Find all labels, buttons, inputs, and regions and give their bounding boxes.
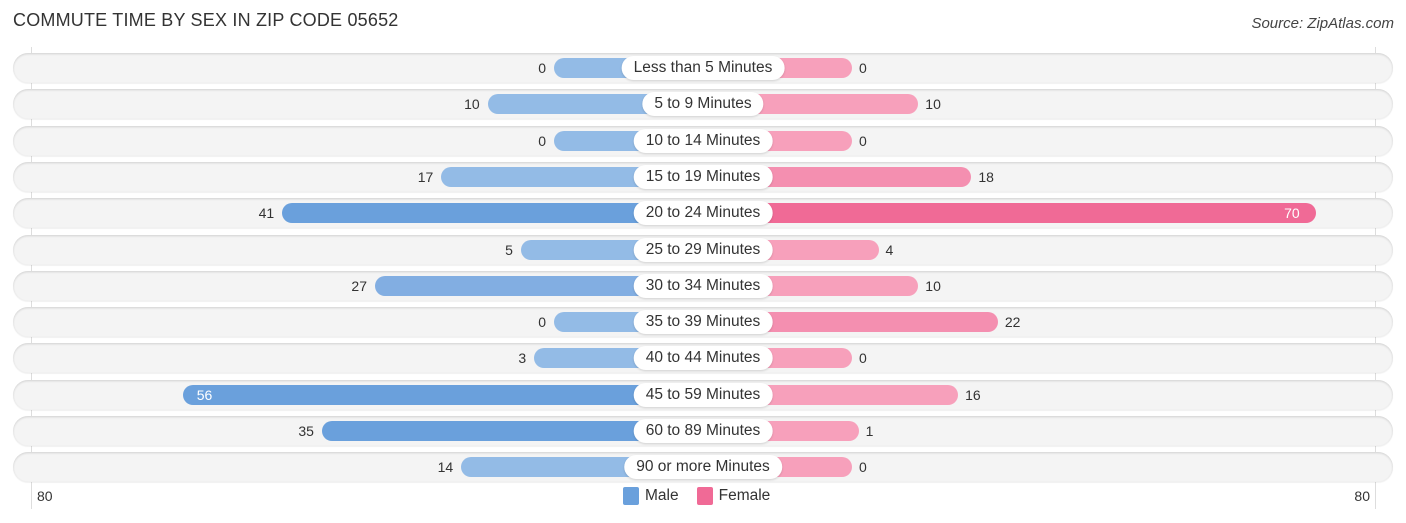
legend-swatch-male [623, 487, 639, 505]
value-label-female: 10 [925, 96, 941, 112]
legend-swatch-female [696, 487, 713, 505]
value-label-male: 41 [258, 205, 275, 221]
value-label-male: 10 [464, 96, 480, 112]
bar-male[interactable] [182, 385, 703, 405]
legend-label-female: Female [718, 487, 771, 504]
category-label: 35 to 39 Minutes [633, 310, 773, 334]
value-label-male: 3 [518, 350, 527, 366]
category-label: Less than 5 Minutes [621, 56, 785, 80]
category-label: 45 to 59 Minutes [633, 383, 773, 407]
axis-tick-left: 80 [37, 488, 53, 504]
legend-label-male: Male [645, 487, 679, 504]
legend-item-male[interactable]: Male [623, 487, 679, 505]
axis-tick-right: 80 [1354, 488, 1370, 504]
value-label-male: 35 [298, 423, 314, 439]
value-label-female: 18 [978, 169, 994, 185]
value-label-female: 1 [865, 423, 874, 439]
category-label: 40 to 44 Minutes [633, 346, 773, 370]
legend-item-female[interactable]: Female [696, 487, 771, 505]
value-label-male: 5 [505, 242, 513, 258]
value-label-female: 16 [965, 387, 981, 403]
value-label-female: 22 [1004, 314, 1021, 330]
value-label-male: 0 [538, 314, 546, 330]
category-label: 20 to 24 Minutes [633, 201, 773, 225]
category-label: 60 to 89 Minutes [633, 419, 773, 443]
value-label-female: 4 [885, 242, 894, 258]
value-label-female: 70 [1284, 205, 1300, 221]
value-label-male: 0 [538, 60, 546, 76]
value-label-male: 17 [417, 169, 434, 185]
category-label: 25 to 29 Minutes [633, 238, 773, 262]
value-label-male: 27 [351, 278, 367, 294]
source-label: Source: ZipAtlas.com [1251, 15, 1394, 32]
legend: Male Female [623, 487, 780, 505]
category-label: 5 to 9 Minutes [642, 92, 764, 116]
value-label-male: 0 [538, 133, 546, 149]
category-label: 30 to 34 Minutes [633, 274, 773, 298]
value-label-female: 0 [859, 459, 867, 475]
value-label-female: 0 [859, 350, 867, 366]
value-label-male: 56 [196, 387, 213, 403]
category-label: 15 to 19 Minutes [633, 165, 773, 189]
category-label: 10 to 14 Minutes [633, 129, 773, 153]
chart-title: COMMUTE TIME BY SEX IN ZIP CODE 05652 [13, 10, 399, 30]
category-label: 90 or more Minutes [624, 455, 782, 479]
value-label-female: 10 [925, 278, 941, 294]
value-label-male: 14 [437, 459, 454, 475]
value-label-female: 0 [859, 133, 867, 149]
bar-female[interactable] [703, 203, 1317, 223]
value-label-female: 0 [859, 60, 867, 76]
